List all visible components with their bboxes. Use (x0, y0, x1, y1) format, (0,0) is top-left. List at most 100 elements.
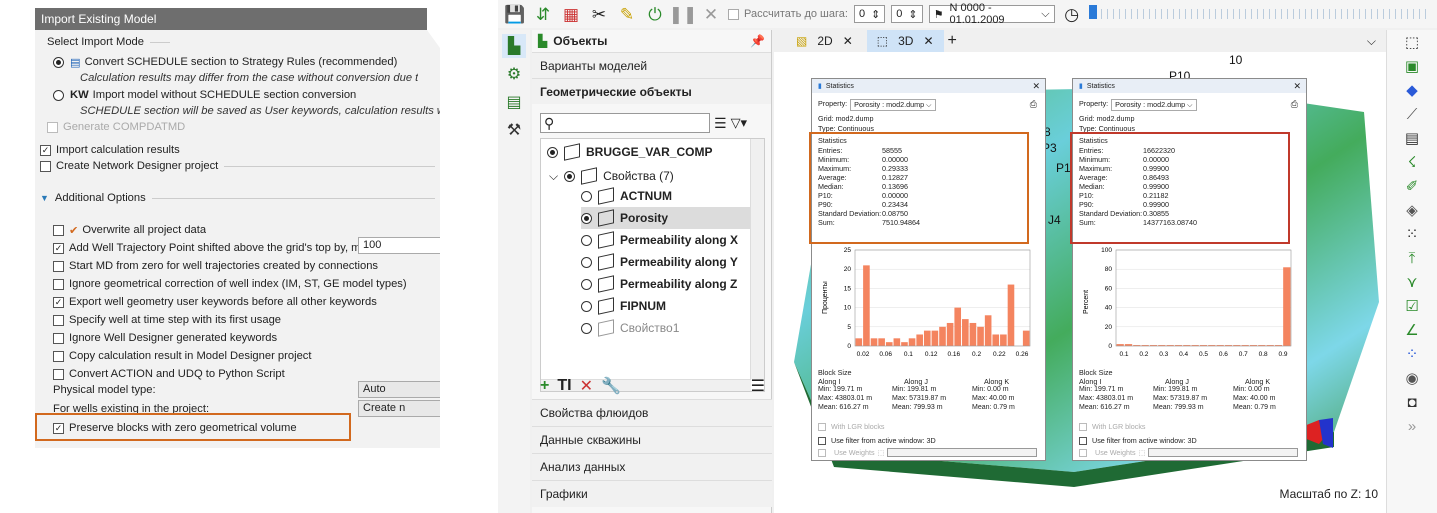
save-icon[interactable]: 💾 (504, 3, 526, 25)
section-2[interactable]: Анализ данных (532, 453, 772, 480)
section-0[interactable]: Свойства флюидов (532, 399, 772, 426)
pause-icon[interactable]: ❚❚ (669, 3, 698, 25)
settings-gear-icon[interactable]: ⚙ (502, 62, 526, 86)
checkbox-icon[interactable] (53, 260, 64, 272)
section-geometric-objects[interactable]: Геометрические объекты (532, 78, 771, 104)
radio-icon[interactable] (581, 278, 592, 290)
checkbox-icon[interactable] (53, 368, 64, 380)
additional-option-3[interactable]: Ignore geometrical correction of well in… (53, 276, 407, 292)
layers-icon[interactable]: ◆ (1399, 80, 1425, 100)
clock-icon[interactable]: ◷ (1061, 3, 1083, 25)
network-designer-checkbox[interactable]: Create Network Designer project (40, 158, 435, 174)
tree-root[interactable]: BRUGGE_VAR_COMP (547, 141, 712, 163)
additional-option-5[interactable]: Specify well at time step with its first… (53, 312, 281, 328)
section-model-variants[interactable]: Варианты моделей (532, 52, 771, 78)
expand-icon[interactable]: » (1399, 416, 1425, 436)
additional-option-4[interactable]: ✓ Export well geometry user keywords befo… (53, 294, 377, 310)
radio-icon[interactable] (581, 300, 592, 312)
delete-icon[interactable]: ✕ (580, 376, 593, 396)
filter-checkbox[interactable]: Use filter from active window: 3D (1079, 436, 1197, 445)
step-spin-2[interactable]: 0 ⇕ (891, 5, 923, 23)
radio-icon[interactable] (53, 89, 64, 101)
tab-2d[interactable]: ▧ 2D ✕ (786, 30, 863, 52)
weights-checkbox[interactable]: Use Weights ⬚ (1079, 448, 1299, 457)
layout-icon[interactable]: ▤ (502, 90, 526, 114)
shift-value-input[interactable]: 100 (358, 237, 440, 254)
property-select[interactable]: Porosity : mod2.dump ⌵ (850, 99, 936, 111)
lgr-checkbox[interactable]: With LGR blocks (818, 422, 885, 431)
search-input[interactable]: ⚲ (540, 113, 710, 133)
filter-icon[interactable]: ▽▾ (731, 115, 748, 131)
objects-tree-icon[interactable]: ▙ (502, 34, 526, 58)
scissors-icon[interactable]: ✂ (588, 3, 610, 25)
filter-cube-icon[interactable]: ▣ (1399, 56, 1425, 76)
print-icon[interactable]: ⎙ (1291, 99, 1298, 110)
radio-icon[interactable] (581, 212, 592, 224)
rename-icon[interactable]: TI (557, 377, 571, 395)
additional-option-8[interactable]: Convert ACTION and UDQ to Python Script (53, 366, 285, 382)
wand-icon[interactable]: ✎ (616, 3, 638, 25)
section-3[interactable]: Графики (532, 480, 772, 507)
tree-item-permeability-along-y[interactable]: Permeability along Y (581, 251, 738, 273)
checkbox-icon[interactable] (53, 278, 64, 290)
tree-item-prop1[interactable]: Свойство1 (581, 317, 679, 339)
weights-select[interactable] (1148, 448, 1299, 457)
radio-icon[interactable] (581, 256, 592, 268)
print-icon[interactable]: ⎙ (1030, 99, 1037, 110)
close-icon[interactable]: ✕ (1293, 81, 1301, 92)
option-convert-schedule[interactable]: ▤ Convert SCHEDULE section to Strategy Ru… (53, 54, 397, 70)
camera-icon[interactable]: ◘ (1399, 392, 1425, 412)
chevron-down-icon[interactable]: ⌵ (1367, 34, 1376, 49)
additional-options-toggle[interactable]: ▼ Additional Options (40, 190, 435, 206)
split-icon[interactable]: ⇵ (532, 3, 554, 25)
checkbox-icon[interactable]: ✓ (53, 296, 64, 308)
stats-title-bar[interactable]: ▮ Statistics ✕ (1073, 79, 1306, 93)
date-select[interactable]: ⚑ N 0000 - 01.01.2009 ⌵ (928, 2, 1055, 26)
checkbox-icon[interactable] (53, 224, 64, 236)
wrench-icon[interactable]: 🔧 (601, 376, 621, 396)
grid-icon[interactable]: ▦ (560, 3, 582, 25)
radio-icon[interactable] (581, 234, 592, 246)
sphere-icon[interactable]: ◉ (1399, 368, 1425, 388)
tree-props[interactable]: ⌵ Свойства (7) (549, 165, 674, 187)
radio-icon[interactable] (581, 190, 592, 202)
dots-icon[interactable]: ⁙ (1399, 224, 1425, 244)
section-1[interactable]: Данные скважины (532, 426, 772, 453)
statistics-window-2[interactable]: ▮ Statistics ✕ Property: Porosity : mod2.dum… (1070, 78, 1307, 461)
pick-icon[interactable]: ☇ (1399, 152, 1425, 172)
angle-icon[interactable]: ∠ (1399, 320, 1425, 340)
option-import-without-conversion[interactable]: KW Import model without SCHEDULE section … (53, 87, 356, 103)
step-spin-1[interactable]: 0 ⇕ (853, 5, 886, 23)
power-icon[interactable]: ⏻ (644, 3, 666, 25)
additional-option-6[interactable]: Ignore Well Designer generated keywords (53, 330, 277, 346)
checkbox-icon[interactable] (53, 350, 64, 362)
statistics-window-1[interactable]: ▮ Statistics ✕ Property: Porosity : mod2.dum… (809, 78, 1046, 461)
calc-to-step-checkbox[interactable]: Рассчитать до шага: (728, 8, 848, 20)
checkbox-icon[interactable] (53, 314, 64, 326)
timeline-slider[interactable] (1088, 5, 1429, 19)
qc-icon[interactable]: ☑ (1399, 296, 1425, 316)
wells-existing-select[interactable]: Create n (358, 400, 440, 417)
stack-icon[interactable]: ◈ (1399, 200, 1425, 220)
add-icon[interactable]: + (540, 377, 549, 395)
list-icon[interactable]: ☰ (751, 376, 765, 396)
tools-icon[interactable]: ⚒ (502, 118, 526, 142)
tree-item-permeability-along-z[interactable]: Permeability along Z (581, 273, 737, 295)
additional-option-2[interactable]: Start MD from zero for well trajectories… (53, 258, 378, 274)
frame-icon[interactable]: ⬚ (1399, 32, 1425, 52)
phys-model-select[interactable]: Auto (358, 381, 440, 398)
weights-select[interactable] (887, 448, 1038, 457)
tree-item-permeability-along-x[interactable]: Permeability along X (581, 229, 738, 251)
lgr-checkbox[interactable]: With LGR blocks (1079, 422, 1146, 431)
additional-option-7[interactable]: Copy calculation result in Model Designe… (53, 348, 312, 364)
well-icon[interactable]: ⤒ (1399, 248, 1425, 268)
list-view-icon[interactable]: ☰ (714, 115, 727, 132)
filter-checkbox[interactable]: Use filter from active window: 3D (818, 436, 936, 445)
weights-checkbox[interactable]: Use Weights ⬚ (818, 448, 1038, 457)
checkbox-icon[interactable]: ✓ (53, 242, 64, 254)
checkbox-icon[interactable] (53, 332, 64, 344)
tree-scrollbar[interactable] (750, 139, 764, 379)
tree-item-fipnum[interactable]: FIPNUM (581, 295, 666, 317)
table-icon[interactable]: ▤ (1399, 128, 1425, 148)
tree-item-porosity[interactable]: Porosity (581, 207, 753, 229)
